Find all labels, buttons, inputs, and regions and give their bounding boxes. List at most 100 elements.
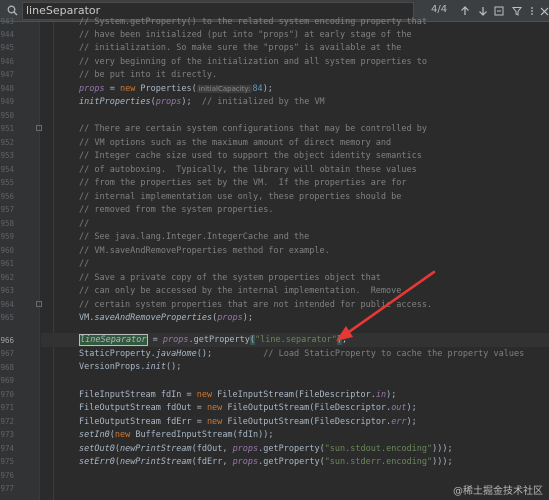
code-token: ); [386,390,397,400]
line-number: 975 [0,457,14,466]
line-number: 976 [0,471,14,480]
code-line: FileOutputStream fdErr = new FileOutputS… [79,416,417,429]
line-number: 971 [0,403,14,412]
code-token: (); [196,349,264,359]
line-number: 950 [0,111,14,120]
line-number: 944 [0,30,14,39]
options-filter-icon[interactable] [509,3,525,19]
code-line: // initialization. So make sure the "pro… [79,43,402,53]
code-line: // internal implementation use only, the… [79,192,402,202]
code-line: setIn0(new BufferedInputStream(fdIn)); [79,429,274,442]
code-line: // very beginning of the initialization … [79,57,427,67]
string-literal: "line.separator" [255,335,337,345]
line-number: 974 [0,444,14,453]
line-number: 967 [0,349,14,358]
watermark: @稀土掘金技术社区 [453,486,543,497]
line-number: 957 [0,205,14,214]
code-token: = [104,84,120,94]
string-literal: "sun.stdout.encoding" [324,444,433,454]
line-number: 969 [0,376,14,385]
code-token: VM. [79,313,95,323]
code-token: ; [342,335,348,345]
line-number: 958 [0,219,14,228]
code-token: = [147,335,163,345]
code-line: // be put into it directly. [79,70,218,80]
line-number: 977 [0,484,14,493]
code-line: // removed from the system properties. [79,205,274,215]
code-token: ); [406,403,417,413]
code-token: ); [181,97,202,107]
close-icon[interactable] [536,3,549,19]
comment: // Load StaticProperty to cache the prop… [263,349,525,359]
line-number: 952 [0,138,14,147]
line-number: 968 [0,363,14,372]
line-number: 972 [0,417,14,426]
code-line: props = new Properties(initialCapacity: 8… [79,83,273,96]
line-number: 965 [0,313,14,322]
code-line: initProperties(props); // initialized by… [79,96,325,109]
method-call: saveAndRemoveProperties [94,313,213,323]
code-line: setOut0(newPrintStream(fdOut, props.getP… [79,443,453,456]
code-token: FileOutputStream(FileDescriptor. [222,417,392,427]
next-occurrence-icon[interactable] [475,3,491,19]
code-token: FileOutputStream(FileDescriptor. [222,403,392,413]
line-number: 956 [0,192,14,201]
code-line: // System.getProperty() to the related s… [79,17,427,27]
code-token: Properties( [135,84,197,94]
keyword: new [114,430,131,440]
parameter-hint: initialCapacity: [196,85,253,93]
line-number: 953 [0,151,14,160]
method-call: newPrintStream [119,457,192,467]
field-ref: out [391,403,407,413]
code-editor[interactable]: // System.getProperty() to the related s… [41,17,549,500]
code-token: (fdOut, [191,444,233,454]
code-token: ); [406,417,417,427]
line-number: 961 [0,259,14,268]
code-line: // VM options such as the maximum amount… [79,138,392,148]
line-number-current: 966 [0,336,14,345]
code-token: VersionProps. [79,362,146,372]
keyword: new [196,390,213,400]
field-ref: in [375,390,387,400]
code-token: ); [262,84,273,94]
code-line: FileOutputStream fdOut = new FileOutputS… [79,402,417,415]
code-token: FileInputStream fdIn = [79,390,197,400]
code-line: // have been initialized (put into "prop… [79,30,412,40]
code-line: // VM.saveAndRemoveProperties method for… [79,246,330,256]
previous-occurrence-icon[interactable] [457,3,473,19]
line-number: 945 [0,43,14,52]
find-in-selection-icon[interactable] [491,3,507,19]
code-line: StaticProperty.javaHome(); // Load Stati… [79,348,524,361]
line-number: 959 [0,232,14,241]
code-token: FileInputStream(FileDescriptor. [212,390,376,400]
line-number: 948 [0,84,14,93]
field-ref: props [232,444,259,454]
field-ref: props [79,84,105,94]
method-call: init [145,362,167,372]
code-line: FileInputStream fdIn = new FileInputStre… [79,389,396,402]
code-line: // Save a private copy of the system pro… [79,273,381,283]
line-number-gutter[interactable]: 943 944 945 946 947 948 949 950 951 952 … [0,17,42,500]
line-number: 960 [0,246,14,255]
method-call: javaHome [155,349,197,359]
code-token: ))); [432,444,453,454]
line-number: 963 [0,286,14,295]
code-token: ))); [432,457,453,467]
code-token: (); [166,362,182,372]
match-count: 4/4 [431,4,448,15]
line-number: 943 [0,17,14,26]
search-match-highlight[interactable]: lineSeparator [79,334,148,346]
code-token: BufferedInputStream(fdIn)); [130,430,274,440]
keyword: new [119,84,136,94]
code-token: StaticProperty. [79,349,156,359]
field-ref: err [391,417,407,427]
field-ref: props [162,335,189,345]
method-call: setErr0 [79,457,115,467]
line-number: 964 [0,300,14,309]
code-token: .getProperty( [258,457,325,467]
code-line: VM.saveAndRemoveProperties(props); [79,312,253,325]
line-number: 951 [0,124,14,133]
code-line: // There are certain system configuratio… [79,124,427,134]
line-number: 954 [0,165,14,174]
line-number: 973 [0,430,14,439]
